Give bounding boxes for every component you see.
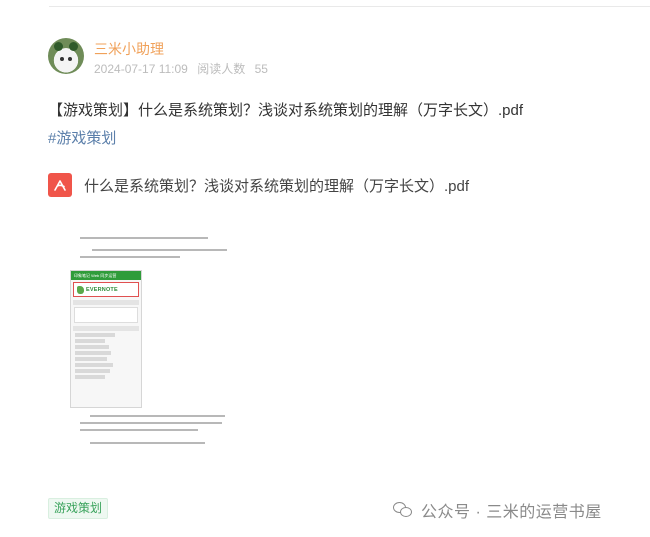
preview-text-line [80, 429, 198, 431]
preview-text-line [92, 249, 227, 251]
screenshot-list-item [75, 351, 111, 355]
watermark: 公众号 · 三米的运营书屋 [393, 499, 602, 521]
screenshot-section-bar [73, 300, 139, 305]
preview-text-line [90, 415, 225, 417]
preview-text-line [80, 237, 208, 239]
screenshot-header: 印象笔记 Web 同步运营 [71, 271, 141, 280]
screenshot-list-item [75, 333, 115, 337]
read-count-label: 阅读人数 [197, 62, 246, 76]
attachment-name: 什么是系统策划？浅谈对系统策划的理解（万字长文）.pdf [84, 177, 470, 195]
read-count: 55 [254, 62, 268, 76]
avatar-ear-right [69, 42, 78, 51]
screenshot-box [74, 307, 138, 323]
wechat-icon [393, 501, 413, 519]
topic-tag[interactable]: 游戏策划 [48, 498, 109, 519]
evernote-logo-text: EVERNOTE [86, 286, 118, 293]
pdf-icon [48, 173, 72, 197]
avatar-ear-left [54, 42, 63, 51]
avatar[interactable] [48, 38, 84, 74]
screenshot-list-item [75, 369, 110, 373]
post-date: 2024-07-17 11:09 [94, 62, 188, 76]
document-preview[interactable]: 印象笔记 Web 同步运营 EVERNOTE [62, 225, 227, 460]
avatar-eye-right [68, 57, 72, 61]
hashtag-link[interactable]: #游戏策划 [48, 127, 116, 148]
attachment-file[interactable]: 什么是系统策划？浅谈对系统策划的理解（万字长文）.pdf [48, 172, 469, 198]
watermark-text: 公众号 · 三米的运营书屋 [421, 504, 602, 521]
post-title: 【游戏策划】什么是系统策划？浅谈对系统策划的理解（万字长文）.pdf [48, 102, 524, 119]
preview-screenshot: 印象笔记 Web 同步运营 EVERNOTE [70, 270, 142, 408]
screenshot-list-item [75, 363, 113, 367]
preview-text-line [80, 422, 222, 424]
preview-text-line [80, 256, 180, 258]
screenshot-list-item [75, 357, 107, 361]
author-name[interactable]: 三米小助理 [94, 39, 164, 59]
preview-text-line [90, 442, 205, 444]
avatar-eye-left [60, 57, 64, 61]
screenshot-section-bar [73, 326, 139, 331]
post-meta: 2024-07-17 11:09 阅读人数 55 [94, 60, 268, 77]
screenshot-list-item [75, 375, 105, 379]
top-divider [49, 6, 650, 7]
evernote-banner: EVERNOTE [73, 282, 139, 297]
screenshot-list-item [75, 345, 109, 349]
evernote-logo-icon [77, 285, 84, 294]
screenshot-list-item [75, 339, 105, 343]
